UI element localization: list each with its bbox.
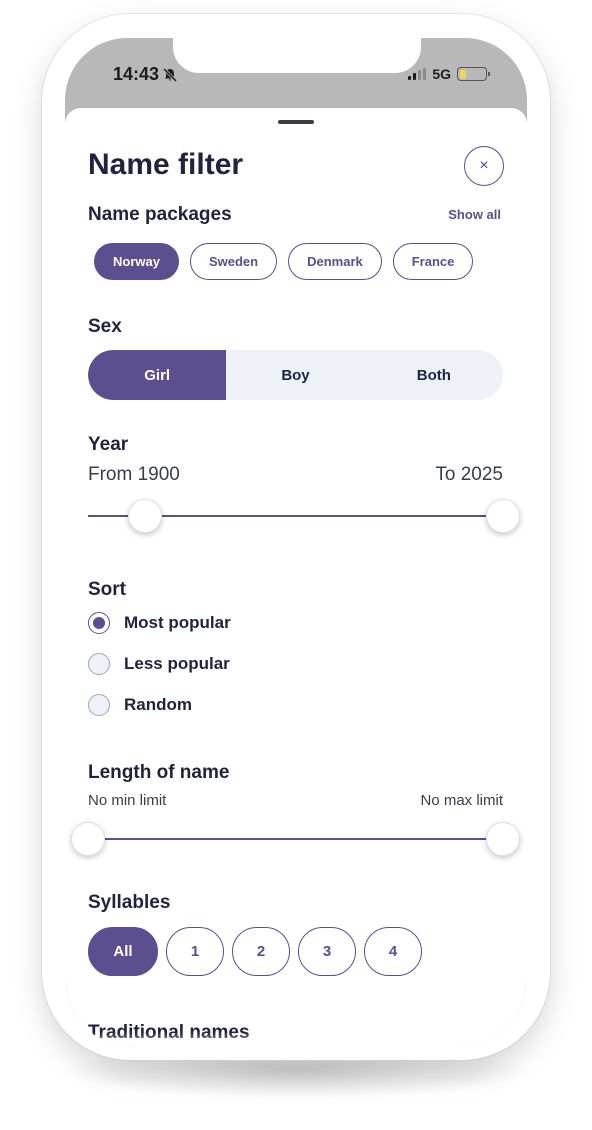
year-to-label: To 2025 [435,464,503,485]
chip-denmark[interactable]: Denmark [288,243,382,280]
sort-option-label: Most popular [124,613,231,632]
sort-option-less-popular[interactable]: Less popular [88,653,230,675]
page-title: Name filter [88,148,244,181]
sex-option-both[interactable]: Both [365,350,503,400]
name-packages-label: Name packages [88,204,232,225]
sex-option-boy[interactable]: Boy [226,350,364,400]
radio-unchecked-icon [88,694,110,716]
bottom-fade [65,1032,527,1048]
signal-icon [408,68,427,80]
year-slider-max-thumb[interactable] [486,499,520,533]
sort-option-most-popular[interactable]: Most popular [88,612,231,634]
status-time-text: 14:43 [113,64,160,84]
show-all-link[interactable]: Show all [448,207,501,222]
length-slider-max-thumb[interactable] [486,822,520,856]
phone-screen: 14:43 5G Name filter × Name packages Sho… [65,38,527,1048]
length-range-labels: No min limit No max limit [88,792,503,809]
length-slider-track [88,838,503,840]
notch [173,38,421,73]
syllable-all-button[interactable]: All [88,927,158,976]
filter-sheet: Name filter × Name packages Show all Nor… [65,108,527,1048]
radio-checked-icon [88,612,110,634]
radio-unchecked-icon [88,653,110,675]
sort-option-label: Less popular [124,654,230,673]
close-icon: × [479,157,489,174]
network-type: 5G [432,66,451,82]
sheet-grabber[interactable] [278,120,314,124]
sort-option-random[interactable]: Random [88,694,192,716]
syllable-3-button[interactable]: 3 [298,927,356,976]
syllable-4-button[interactable]: 4 [364,927,422,976]
length-slider-min-thumb[interactable] [71,822,105,856]
battery-icon [457,67,490,81]
syllable-1-button[interactable]: 1 [166,927,224,976]
status-time: 14:43 [113,64,178,85]
length-max-label: No max limit [420,792,503,809]
length-label: Length of name [88,762,230,783]
length-min-label: No min limit [88,792,167,809]
sort-option-label: Random [124,695,192,714]
year-from-label: From 1900 [88,464,180,485]
sort-label: Sort [88,579,126,600]
bell-muted-icon [162,67,178,82]
length-slider[interactable] [71,819,520,859]
sex-label: Sex [88,316,122,337]
year-slider-min-thumb[interactable] [128,499,162,533]
chip-france[interactable]: France [392,243,474,280]
stage: 14:43 5G Name filter × Name packages Sho… [0,0,592,1130]
year-label: Year [88,434,129,455]
sex-segmented-control: Girl Boy Both [88,350,503,400]
year-range-labels: From 1900 To 2025 [88,464,503,486]
name-package-chips: Norway Sweden Denmark France [94,243,474,280]
close-button[interactable]: × [464,146,504,186]
chip-norway[interactable]: Norway [94,243,179,280]
syllables-options: All 1 2 3 4 [88,927,422,976]
syllables-label: Syllables [88,892,171,913]
chip-sweden[interactable]: Sweden [189,243,278,280]
status-indicators: 5G [408,66,490,82]
syllable-2-button[interactable]: 2 [232,927,290,976]
year-slider[interactable] [88,496,520,536]
sex-option-girl[interactable]: Girl [88,350,227,400]
